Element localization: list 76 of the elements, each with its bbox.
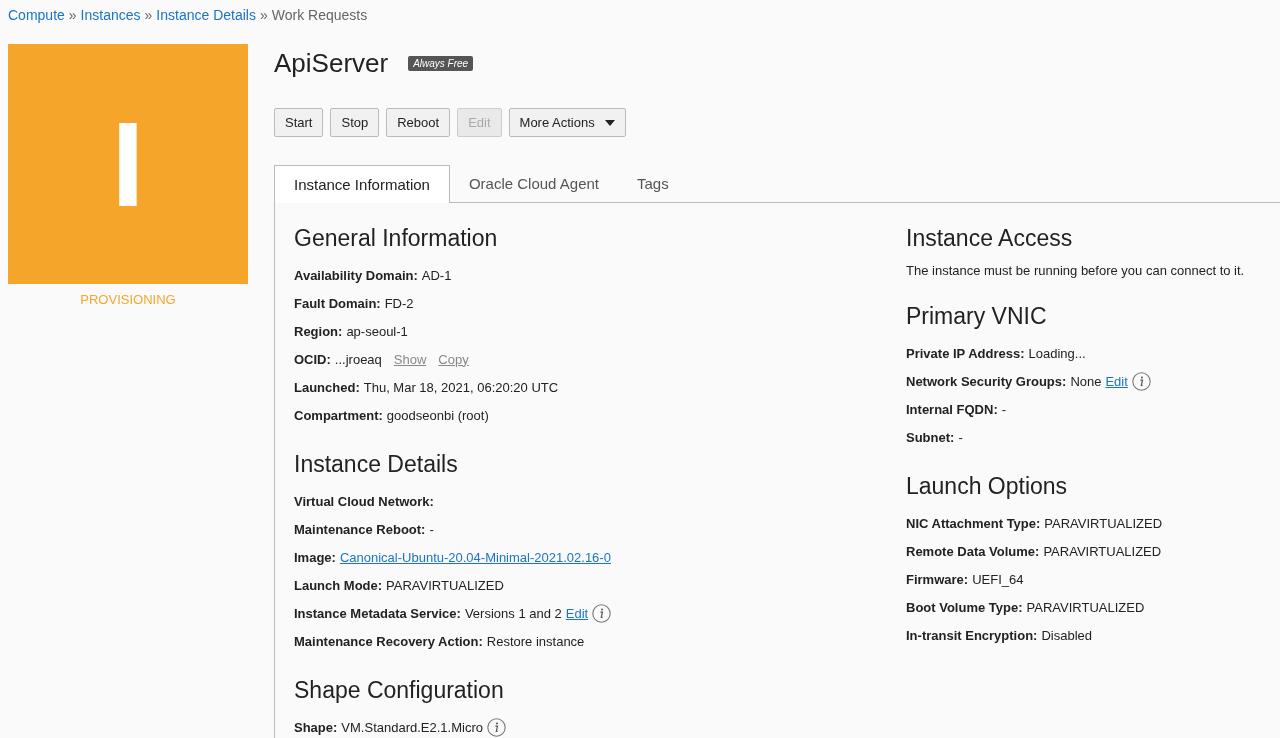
section-heading: General Information xyxy=(294,224,499,253)
field-value: UEFI_64 xyxy=(972,571,1024,587)
action-button[interactable]: Stop xyxy=(330,108,380,137)
field-label: Shape: xyxy=(294,719,338,735)
breadcrumb-link[interactable]: Instances xyxy=(80,7,141,30)
field-value: PARAVIRTUALIZED xyxy=(386,577,504,593)
field-value: goodseonbi (root) xyxy=(386,407,489,423)
action-button[interactable]: Reboot xyxy=(386,108,451,137)
field-value: Disabled xyxy=(1041,627,1093,643)
breadcrumb-current: Work Requests xyxy=(271,7,368,25)
instance-title: ApiServer xyxy=(274,47,389,79)
tab[interactable]: Oracle Cloud Agent xyxy=(449,165,618,203)
field-label: NIC Attachment Type: xyxy=(906,515,1041,531)
field-value: PARAVIRTUALIZED xyxy=(1044,515,1163,531)
field-action-link[interactable]: Show xyxy=(393,351,427,367)
field-label: Virtual Cloud Network: xyxy=(294,493,434,509)
field-action-link[interactable]: Copy xyxy=(438,351,469,367)
field-value: VM.Standard.E2.1.Micro xyxy=(341,719,483,735)
field-label: Launched: xyxy=(294,379,360,395)
section-heading: Instance Details xyxy=(294,450,459,479)
field-value: PARAVIRTUALIZED xyxy=(1043,543,1162,559)
section-heading: Primary VNIC xyxy=(906,302,1048,331)
field-link[interactable]: Edit xyxy=(565,605,589,621)
breadcrumb-separator: » xyxy=(144,7,153,25)
field-value: PARAVIRTUALIZED xyxy=(1026,599,1145,615)
field-label: Remote Data Volume: xyxy=(906,543,1040,559)
field-label: Region: xyxy=(294,323,343,339)
section-heading: Launch Options xyxy=(906,472,1069,501)
field-value: Loading... xyxy=(1028,345,1086,361)
breadcrumb-link[interactable]: Instance Details xyxy=(156,7,256,30)
field-label: Availability Domain: xyxy=(294,267,418,283)
field-value: ...jroeaq xyxy=(334,351,382,367)
field-label: Private IP Address: xyxy=(906,345,1025,361)
field-label: Firmware: xyxy=(906,571,969,587)
field-label: OCID: xyxy=(294,351,331,367)
field-label: In-transit Encryption: xyxy=(906,627,1038,643)
info-icon[interactable] xyxy=(486,717,506,737)
caret-icon xyxy=(604,119,615,126)
section-heading: Instance Access xyxy=(906,224,1074,253)
field-value: Restore instance xyxy=(486,633,585,649)
field-label: Network Security Groups: xyxy=(906,373,1067,389)
more-actions-dropdown[interactable]: More Actions xyxy=(508,108,626,137)
instance-status: PROVISIONING xyxy=(79,292,177,307)
tab[interactable]: Instance Information xyxy=(274,165,450,203)
action-button[interactable]: Start xyxy=(274,108,324,137)
instance-avatar: I xyxy=(8,44,248,284)
breadcrumb-link[interactable]: Compute xyxy=(8,7,65,30)
field-value: Versions 1 and 2 xyxy=(464,605,562,621)
field-link[interactable]: Edit xyxy=(1105,373,1128,389)
field-value: ap-seoul-1 xyxy=(346,323,408,339)
field-label: Instance Metadata Service: xyxy=(294,605,461,621)
field-label: Subnet: xyxy=(906,429,955,445)
field-value: - xyxy=(1001,401,1007,417)
field-label: Maintenance Recovery Action: xyxy=(294,633,483,649)
field-value: AD-1 xyxy=(421,267,452,283)
tab[interactable]: Tags xyxy=(618,165,688,203)
breadcrumb-separator: » xyxy=(259,7,268,25)
field-label: Internal FQDN: xyxy=(906,401,998,417)
info-icon[interactable] xyxy=(592,603,612,623)
section-heading: Shape Configuration xyxy=(294,676,505,705)
field-link[interactable]: Canonical-Ubuntu-20.04-Minimal-2021.02.16-0 xyxy=(339,549,611,565)
always-free-badge: Always Free xyxy=(408,55,474,71)
section-note: The instance must be running before you can connect to it. xyxy=(906,262,1246,280)
field-value: Thu, Mar 18, 2021, 06:20:20 UTC xyxy=(363,379,559,395)
field-value: None xyxy=(1070,373,1102,389)
field-value: FD-2 xyxy=(384,295,414,311)
field-label: Fault Domain: xyxy=(294,295,381,311)
info-icon[interactable] xyxy=(1131,371,1151,391)
field-label: Boot Volume Type: xyxy=(906,599,1023,615)
field-value: - xyxy=(958,429,963,445)
field-label: Compartment: xyxy=(294,407,383,423)
field-label: Maintenance Reboot: xyxy=(294,521,426,537)
field-label: Image: xyxy=(294,549,336,565)
field-label: Launch Mode: xyxy=(294,577,383,593)
breadcrumb-separator: » xyxy=(68,7,77,25)
field-value: - xyxy=(429,521,434,537)
